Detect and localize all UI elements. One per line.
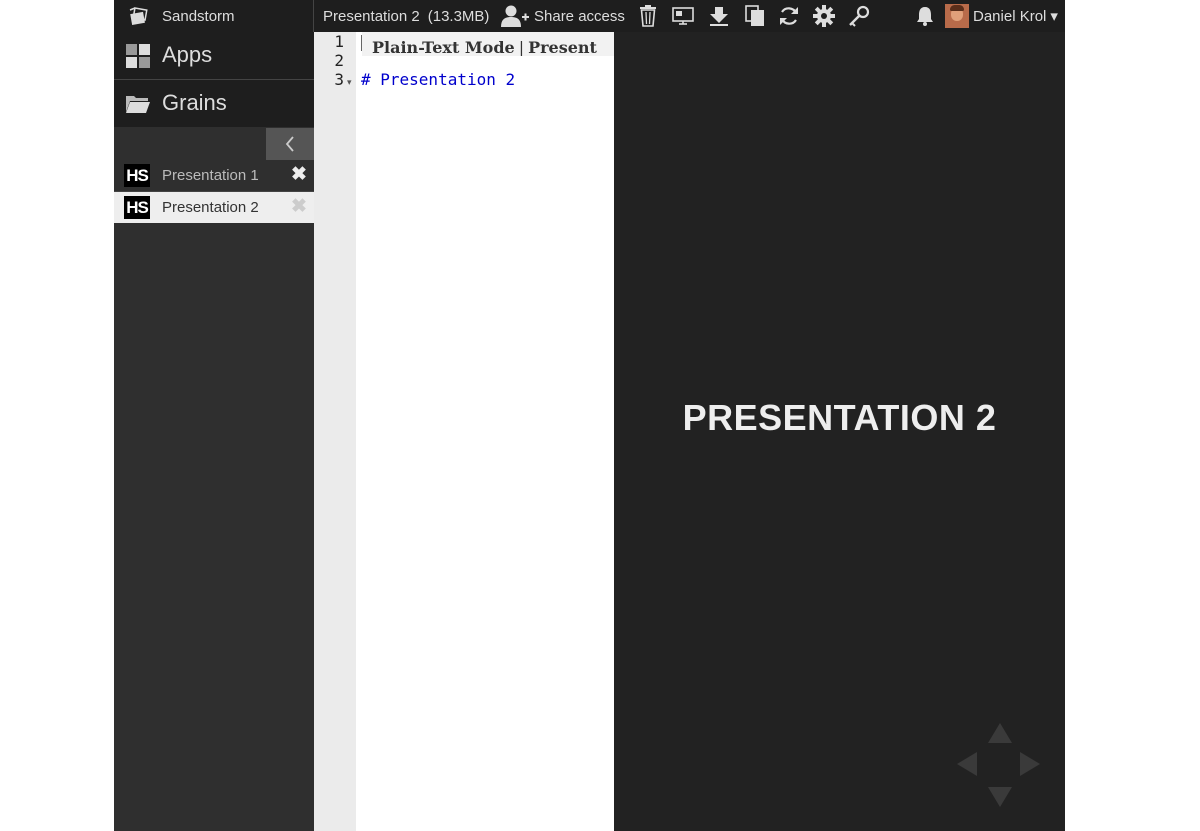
line-number-gutter: 1 2 3 ▾ <box>314 32 356 831</box>
slide-nav-right-icon[interactable] <box>1020 752 1040 776</box>
line-number: 2 <box>334 51 344 70</box>
present-link[interactable]: Present <box>528 38 597 56</box>
code-line[interactable]: # Presentation 2 <box>361 70 515 89</box>
mode-separator: | <box>518 38 525 56</box>
sidebar-item-grains[interactable]: Grains <box>114 80 314 127</box>
user-menu[interactable]: Daniel Krol ▾ <box>945 4 1058 28</box>
grain-tab-label: Presentation 1 <box>162 167 259 184</box>
sandstorm-window: Sandstorm Presentation 2 (13.3MB) Share a… <box>114 0 1065 831</box>
line-number: 3 <box>334 70 344 89</box>
copy-icon[interactable] <box>743 4 767 28</box>
sidebar-item-label: Apps <box>162 42 213 67</box>
bell-icon[interactable] <box>913 4 937 28</box>
share-access-button[interactable]: Share access <box>500 3 625 29</box>
slide-nav-down-icon[interactable] <box>988 787 1012 807</box>
hackersslides-icon: HS <box>124 196 150 219</box>
slide-nav-left-icon[interactable] <box>957 752 977 776</box>
brand-label: Sandstorm <box>162 8 235 25</box>
add-user-icon <box>501 5 529 27</box>
download-icon[interactable] <box>707 4 731 28</box>
grain-title[interactable]: Presentation 2 (13.3MB) <box>323 8 489 25</box>
grain-title-text: Presentation 2 <box>323 8 420 25</box>
plain-text-mode-link[interactable]: Plain-Text Mode <box>372 38 515 56</box>
apps-grid-icon <box>126 44 150 68</box>
sidebar-item-apps[interactable]: Apps <box>114 32 314 80</box>
grain-tab-presentation-1[interactable]: HS Presentation 1 ✖ <box>114 160 314 192</box>
user-name: Daniel Krol <box>973 7 1047 25</box>
grain-tab-presentation-2[interactable]: HS Presentation 2 ✖ <box>114 192 314 223</box>
grain-tab-label: Presentation 2 <box>162 199 259 216</box>
markdown-editor[interactable]: 1 2 3 ▾ Plain-Text Mode | Present # Presen… <box>314 32 624 831</box>
close-icon[interactable]: ✖ <box>290 197 308 217</box>
fold-arrow-icon[interactable]: ▾ <box>347 77 352 88</box>
mode-bar: Plain-Text Mode | Present <box>362 32 624 56</box>
restart-icon[interactable] <box>777 4 801 28</box>
grain-size: (13.3MB) <box>427 8 490 25</box>
chevron-left-icon <box>285 136 294 152</box>
hackersslides-icon: HS <box>124 164 150 187</box>
present-icon[interactable] <box>671 4 695 28</box>
close-icon[interactable]: ✖ <box>290 165 308 185</box>
sidebar-collapse-row <box>114 128 314 160</box>
folder-icon <box>126 96 150 113</box>
chevron-down-icon: ▾ <box>1050 8 1058 25</box>
collapse-sidebar-button[interactable] <box>266 128 314 160</box>
key-icon[interactable] <box>847 4 871 28</box>
sidebar-item-label: Grains <box>162 90 227 115</box>
line-number: 1 <box>334 32 344 51</box>
avatar <box>945 4 969 28</box>
slide-preview[interactable]: PRESENTATION 2 <box>614 32 1065 831</box>
sandstorm-brand[interactable]: Sandstorm <box>114 0 314 32</box>
top-bar: Sandstorm Presentation 2 (13.3MB) Share a… <box>114 0 1065 32</box>
slide-title: PRESENTATION 2 <box>682 397 997 438</box>
sandstorm-logo-icon <box>129 7 148 25</box>
trash-icon[interactable] <box>636 4 660 28</box>
share-access-label: Share access <box>534 7 625 25</box>
sidebar: Apps Grains HS Presentation 1 ✖ HS Prese… <box>114 32 314 831</box>
settings-icon[interactable] <box>812 4 836 28</box>
slide-nav-up-icon[interactable] <box>988 723 1012 743</box>
